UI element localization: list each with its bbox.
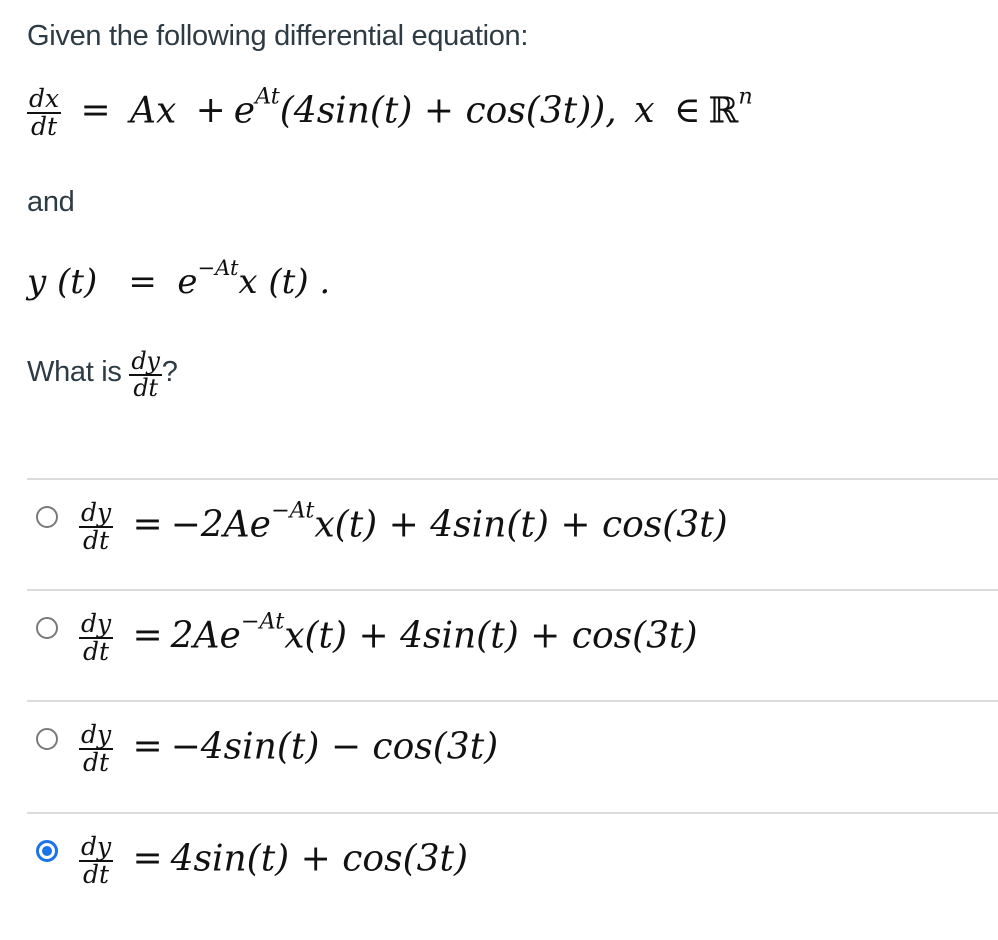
exp-base: e — [177, 262, 198, 302]
fraction-numerator: dy — [129, 347, 162, 377]
radio-button[interactable] — [36, 617, 58, 639]
dy-dt-fraction: dy dt — [129, 347, 162, 403]
answer-option-3[interactable]: dy dt = −4sin(t) − cos(3t) — [27, 702, 998, 812]
answer-expression: dy dt = 2Ae−Atx(t) + 4sin(t) + cos(3t) — [79, 608, 698, 667]
fraction-denominator: dt — [83, 748, 110, 778]
fraction-numerator: dy — [79, 609, 114, 640]
expression-part: x(t) + 4sin(t) + cos(3t) — [314, 504, 728, 546]
fraction-numerator: dx — [27, 84, 62, 115]
exp-power: −At — [240, 608, 285, 635]
equals-sign: = — [132, 504, 163, 546]
answer-expression: dy dt = 4sin(t) + cos(3t) — [79, 832, 469, 890]
fraction-denominator: dt — [83, 526, 110, 556]
question-intro: Given the following differential equatio… — [27, 20, 529, 52]
y-of-t: y (t) — [27, 262, 98, 302]
fraction-denominator: dt — [83, 637, 110, 667]
expression-part: −2Ae — [170, 504, 271, 546]
exp-base: e — [233, 90, 256, 132]
expression-part: x(t) + 4sin(t) + cos(3t) — [284, 615, 698, 657]
set-power: n — [738, 83, 753, 110]
term-ax: Ax — [130, 90, 177, 132]
dy-dt-fraction: dy dt — [79, 832, 114, 890]
exp-power: −At — [197, 255, 239, 281]
fraction-numerator: dy — [79, 720, 114, 751]
element-of-symbol: ∈ — [673, 90, 701, 132]
domain-variable: x — [634, 90, 655, 132]
dx-dt-fraction: dx dt — [27, 84, 62, 142]
equals-sign: = — [132, 838, 163, 880]
x-of-t: x (t) . — [238, 262, 331, 302]
differential-equation: dx dt = Ax + eAt(4sin(t) + cos(3t)), x ∈ ℝ… — [27, 83, 753, 142]
fraction-denominator: dt — [83, 860, 110, 890]
radio-button[interactable] — [36, 506, 58, 528]
plus-sign: + — [195, 90, 226, 132]
forcing-term: (4sin(t) + cos(3t)), — [279, 90, 617, 132]
real-numbers-symbol: ℝ — [708, 90, 739, 132]
exp-power: At — [255, 83, 280, 110]
dy-dt-fraction: dy dt — [79, 498, 114, 556]
answer-option-1[interactable]: dy dt = −2Ae−Atx(t) + 4sin(t) + cos(3t) — [27, 480, 998, 590]
y-definition-equation: y (t) = e−Atx (t) . — [27, 257, 331, 302]
prompt-prefix: What is — [27, 355, 122, 388]
exp-power: −At — [270, 497, 315, 524]
answer-option-4[interactable]: dy dt = 4sin(t) + cos(3t) — [27, 814, 998, 924]
radio-button[interactable] — [36, 728, 58, 750]
equals-sign: = — [132, 615, 163, 657]
equals-sign: = — [80, 90, 111, 132]
fraction-denominator: dt — [31, 112, 58, 142]
fraction-denominator: dt — [133, 374, 158, 403]
connector-text: and — [27, 186, 75, 218]
question-prompt: What is dy dt ? — [27, 347, 178, 403]
prompt-suffix: ? — [161, 355, 178, 388]
expression-part: −4sin(t) − cos(3t) — [170, 726, 499, 768]
equals-sign: = — [132, 726, 163, 768]
dy-dt-fraction: dy dt — [79, 720, 114, 778]
expression-part: 2Ae — [170, 615, 241, 657]
answer-expression: dy dt = −4sin(t) − cos(3t) — [79, 720, 499, 778]
equals-sign: = — [128, 262, 157, 302]
radio-button[interactable] — [36, 840, 58, 862]
fraction-numerator: dy — [79, 832, 114, 863]
answer-expression: dy dt = −2Ae−Atx(t) + 4sin(t) + cos(3t) — [79, 497, 728, 556]
fraction-numerator: dy — [79, 498, 114, 529]
answer-option-2[interactable]: dy dt = 2Ae−Atx(t) + 4sin(t) + cos(3t) — [27, 591, 998, 701]
dy-dt-fraction: dy dt — [79, 609, 114, 667]
expression-part: 4sin(t) + cos(3t) — [170, 838, 469, 880]
